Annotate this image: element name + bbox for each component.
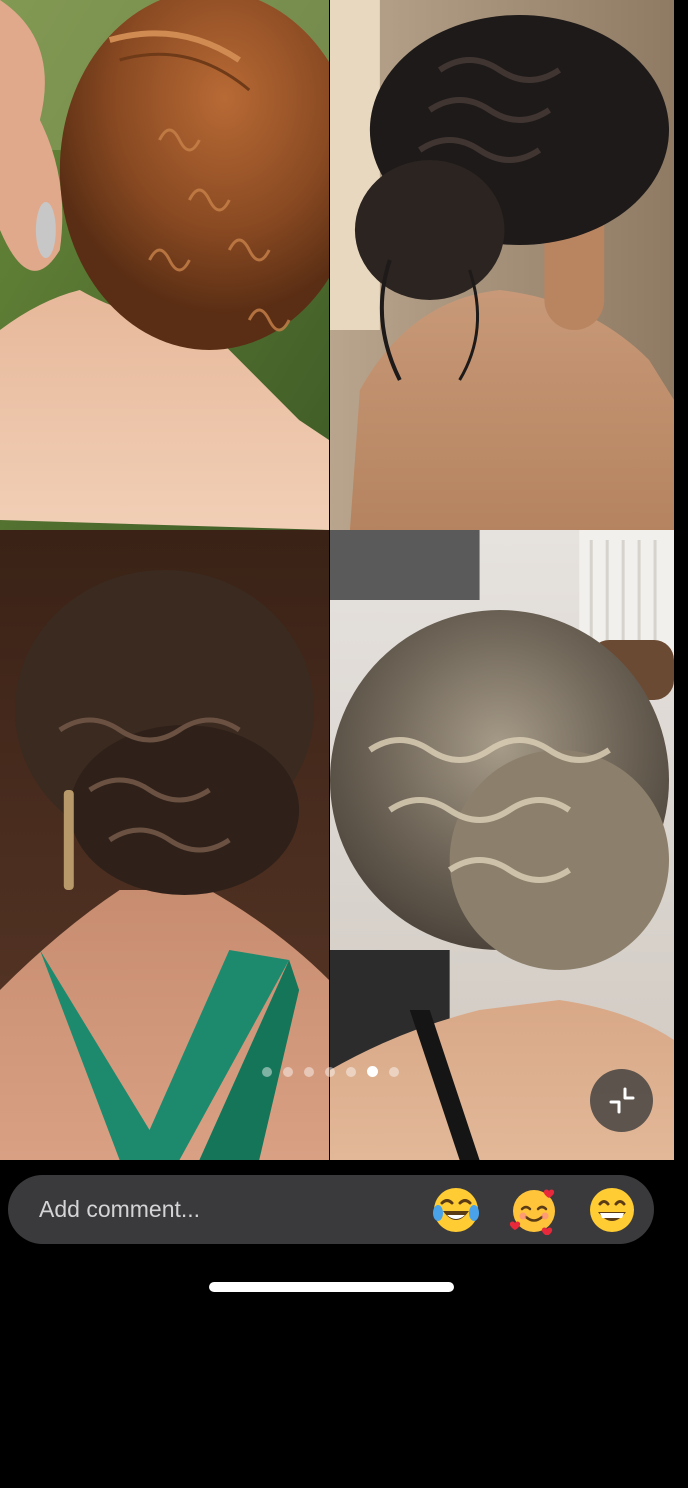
comment-input[interactable]: Add comment... bbox=[39, 1196, 404, 1223]
smiling-hearts-emoji[interactable] bbox=[508, 1184, 560, 1236]
hairstyle-image-1[interactable] bbox=[0, 0, 330, 530]
photo-dark-braided-bun bbox=[330, 0, 674, 530]
pager-dot[interactable] bbox=[346, 1066, 356, 1077]
pager-dot-active[interactable] bbox=[367, 1066, 378, 1077]
collapse-button[interactable] bbox=[590, 1069, 653, 1132]
pager-dot[interactable] bbox=[325, 1066, 335, 1077]
smiling-hearts-emoji-icon bbox=[509, 1189, 555, 1235]
pager-dot[interactable] bbox=[262, 1066, 272, 1077]
image-grid bbox=[0, 0, 675, 1160]
pager-dot[interactable] bbox=[283, 1066, 293, 1077]
grinning-emoji-icon bbox=[590, 1187, 634, 1232]
home-indicator[interactable] bbox=[209, 1282, 454, 1292]
pager-dot[interactable] bbox=[304, 1066, 314, 1077]
image-pager[interactable] bbox=[262, 1066, 399, 1077]
hairstyle-image-2[interactable] bbox=[330, 0, 675, 530]
grinning-emoji[interactable] bbox=[586, 1184, 638, 1236]
laughing-tears-emoji[interactable] bbox=[430, 1184, 482, 1236]
collapse-icon bbox=[609, 1087, 634, 1113]
pager-dot[interactable] bbox=[389, 1066, 399, 1077]
laughing-tears-emoji-icon bbox=[433, 1187, 479, 1232]
photo-red-curly-updo bbox=[0, 0, 329, 530]
comment-bar[interactable]: Add comment... bbox=[8, 1175, 654, 1244]
